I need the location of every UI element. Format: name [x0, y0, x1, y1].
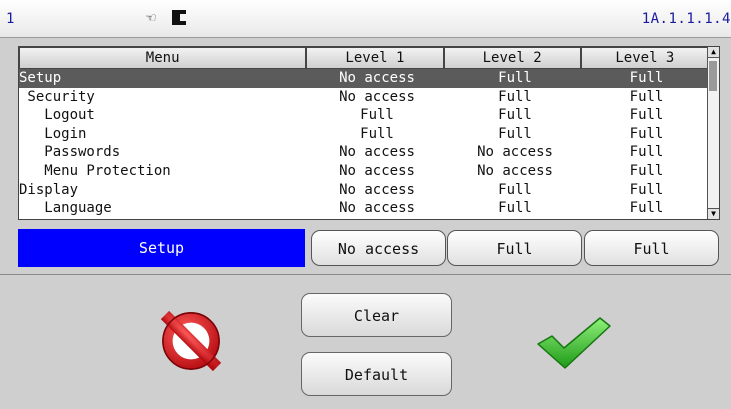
menu-item-name: Logout: [19, 107, 95, 124]
table-row[interactable]: Menu Protection No access No access Full: [19, 162, 709, 181]
table-row[interactable]: Logout Full Full Full: [19, 106, 709, 125]
scrollbar-thumb[interactable]: [709, 61, 717, 91]
header-level-3: Level 3: [580, 47, 709, 69]
menu-item-name: Login: [19, 125, 87, 142]
level-3-value: Full: [629, 200, 664, 217]
level-3-selector[interactable]: Full: [584, 230, 719, 266]
level-3-value: Full: [629, 181, 664, 198]
level-3-value: Full: [629, 107, 664, 124]
level-2-value: No access: [477, 144, 553, 161]
table-scrollbar[interactable]: ▲ ▼: [707, 47, 719, 219]
table-rows: Setup No access Full Full Security No ac…: [19, 69, 709, 218]
level-2-value: No access: [477, 162, 553, 179]
scroll-up-icon[interactable]: ▲: [708, 47, 719, 58]
clear-button[interactable]: Clear: [301, 293, 452, 337]
level-1-value: Full: [360, 125, 394, 142]
selected-menu-name: Setup: [18, 229, 305, 267]
status-bar: 1 ☜ 1A.1.1.1.4: [0, 0, 731, 38]
level-3-value: Full: [629, 125, 664, 142]
table-header: Menu Level 1 Level 2 Level 3: [19, 47, 709, 69]
table-row[interactable]: Security No access Full Full: [19, 88, 709, 107]
table-row[interactable]: Display No access Full Full: [19, 181, 709, 200]
header-menu: Menu: [19, 47, 307, 69]
recording-block-icon: [172, 10, 186, 25]
table-row[interactable]: Passwords No access No access Full: [19, 143, 709, 162]
level-3-value: Full: [629, 88, 664, 105]
access-table: Menu Level 1 Level 2 Level 3 Setup No ac…: [18, 46, 720, 220]
level-1-value: No access: [339, 144, 415, 161]
header-level-1: Level 1: [306, 47, 444, 69]
level-2-selector[interactable]: Full: [447, 230, 582, 266]
channel-number: 1: [6, 11, 15, 27]
level-1-value: Full: [360, 107, 394, 124]
checkmark-icon[interactable]: [534, 314, 614, 370]
header-level-2: Level 2: [443, 47, 581, 69]
level-2-value: Full: [498, 200, 532, 217]
level-1-value: No access: [339, 200, 415, 217]
level-1-value: No access: [339, 181, 415, 198]
level-2-value: Full: [498, 88, 532, 105]
menu-item-name: Passwords: [19, 144, 121, 161]
menu-item-name: Setup: [19, 70, 62, 86]
menu-item-name: Security: [19, 88, 95, 105]
table-row[interactable]: Language No access Full Full: [19, 199, 709, 218]
level-1-value: No access: [339, 162, 415, 179]
scroll-down-icon[interactable]: ▼: [708, 208, 719, 219]
hand-icon: ☜: [146, 8, 156, 27]
menu-item-name: Display: [19, 181, 79, 198]
level-3-value: Full: [629, 144, 664, 161]
default-button[interactable]: Default: [301, 352, 452, 396]
level-3-value: Full: [629, 162, 664, 179]
level-3-value: Full: [629, 70, 664, 86]
access-level-screen: 1 ☜ 1A.1.1.1.4 Menu Level 1 Level 2 Leve…: [0, 0, 731, 409]
level-2-value: Full: [498, 107, 532, 124]
level-2-value: Full: [498, 125, 532, 142]
table-row[interactable]: Login Full Full Full: [19, 125, 709, 144]
panel-divider: [0, 274, 731, 275]
table-row[interactable]: Setup No access Full Full: [19, 69, 709, 88]
no-entry-icon[interactable]: [160, 310, 222, 372]
level-2-value: Full: [498, 70, 532, 86]
level-1-value: No access: [339, 70, 415, 86]
menu-item-name: Menu Protection: [19, 162, 171, 179]
level-1-value: No access: [339, 88, 415, 105]
device-id: 1A.1.1.1.4: [641, 11, 731, 27]
level-1-selector[interactable]: No access: [311, 230, 446, 266]
menu-item-name: Language: [19, 200, 112, 217]
level-2-value: Full: [498, 181, 532, 198]
